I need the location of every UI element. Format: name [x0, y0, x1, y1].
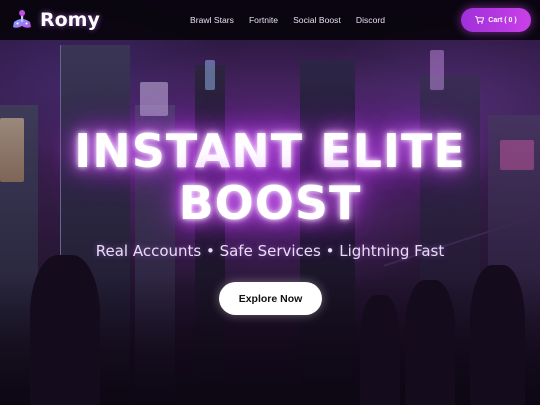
neon-sign [205, 60, 215, 90]
joystick-logo-icon [13, 10, 31, 28]
neon-sign [140, 82, 168, 116]
brand-name: Romy [40, 9, 100, 31]
main-nav: Brawl Stars Fortnite Social Boost Discor… [190, 0, 385, 40]
nav-link-fortnite[interactable]: Fortnite [249, 15, 278, 25]
nav-link-discord[interactable]: Discord [356, 15, 385, 25]
brand-logo-link[interactable]: Romy [10, 8, 100, 32]
explore-now-button[interactable]: Explore Now [219, 282, 322, 315]
nav-link-brawl-stars[interactable]: Brawl Stars [190, 15, 234, 25]
site-header: Romy Brawl Stars Fortnite Social Boost D… [0, 0, 540, 40]
silhouette-figure [405, 280, 455, 405]
hero-title-line-2: BOOST [178, 176, 362, 230]
hero-subtitle: Real Accounts • Safe Services • Lightnin… [95, 242, 445, 260]
hero-title: INSTANT ELITE BOOST [0, 125, 540, 229]
silhouette-figure [30, 255, 100, 405]
hero-title-line-1: INSTANT ELITE [74, 124, 466, 178]
cart-label: Cart ( 0 ) [488, 16, 517, 24]
neon-sign [430, 50, 444, 90]
nav-link-social-boost[interactable]: Social Boost [293, 15, 341, 25]
silhouette-figure [360, 295, 400, 405]
cart-button[interactable]: Cart ( 0 ) [461, 8, 531, 32]
shopping-cart-icon [475, 16, 485, 24]
silhouette-figure [470, 265, 525, 405]
